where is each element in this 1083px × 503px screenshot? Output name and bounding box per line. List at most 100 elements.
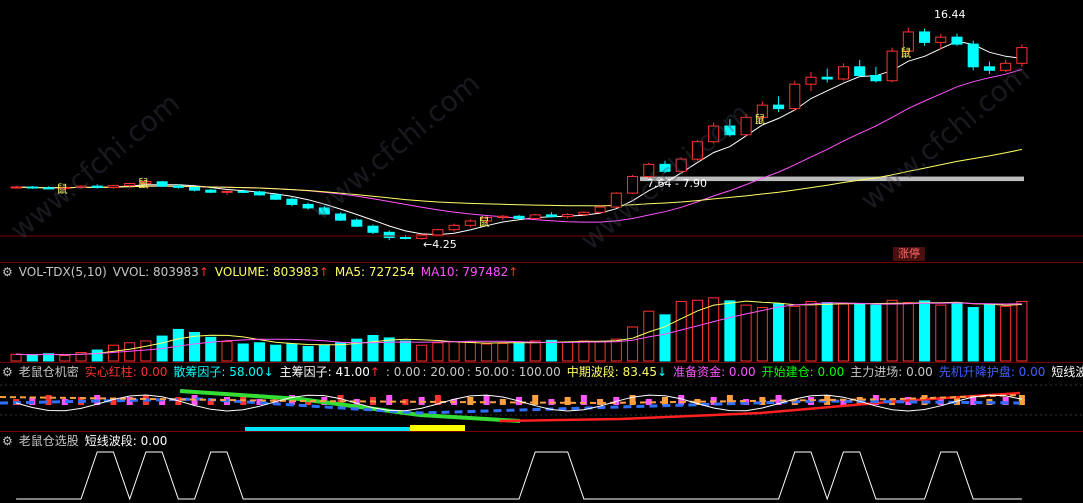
volume-bar (253, 342, 265, 362)
level-50: : 50.00 (466, 365, 509, 379)
rat-marker: 鼠 (138, 176, 149, 190)
vol-indicator-name: VOL-TDX(5,10) (18, 265, 107, 279)
volume-bar (724, 300, 736, 362)
settings-icon[interactable]: ⚙ (2, 434, 13, 448)
volume-bar (708, 297, 720, 362)
candle-body (562, 214, 574, 218)
volume-bar (448, 341, 460, 362)
price-chart-panel[interactable]: 鼠鼠鼠鼠鼠 16.44 ←4.25 7.64 - 7.90 涨停 www.cfc… (0, 0, 1083, 262)
volume-bar (59, 355, 71, 362)
rat-marker: 鼠 (900, 46, 911, 60)
candle-body (983, 66, 995, 71)
indicator-title: 老鼠仓机密 (18, 365, 79, 379)
prepare-funds: 准备资金: 0.00 (673, 365, 756, 379)
candle-body (156, 181, 168, 187)
candle-body (497, 215, 509, 219)
candle-body (107, 185, 119, 188)
volume-bar (399, 340, 411, 362)
high-price-label: 16.44 (934, 8, 966, 21)
scatter-chip-factor: 散筹因子: 58.00 (173, 365, 264, 379)
volume-bar (578, 340, 590, 362)
candle-body (789, 83, 801, 110)
volume-bar (902, 302, 914, 362)
volume-bar (756, 307, 768, 362)
candle-body (286, 198, 298, 205)
volume-bar (464, 341, 476, 362)
candle-body (578, 211, 590, 216)
solid-red-bar-value: 实心红柱: 0.00 (84, 365, 168, 379)
volume-bar (221, 341, 233, 362)
candle-body (886, 50, 898, 82)
up-arrow-icon: ↑ (318, 265, 329, 279)
candle-body (172, 185, 184, 188)
candle-body (529, 214, 541, 219)
volume-bar (967, 307, 979, 362)
volume-value: VOLUME: 803983 (214, 265, 319, 279)
candle-body (805, 76, 817, 85)
volume-bar (773, 303, 785, 362)
rat-marker: 鼠 (478, 215, 489, 229)
volume-bar (789, 305, 801, 362)
volume-bar (302, 345, 314, 362)
candle-body (773, 104, 785, 110)
volume-bar (416, 344, 428, 362)
volume-bar (237, 343, 249, 362)
volume-bar (481, 343, 493, 362)
up-arrow-icon: ↑ (198, 265, 209, 279)
main-chip-factor: 主筹因子: 41.00 (279, 365, 370, 379)
volume-bar (318, 344, 330, 362)
candle-body (189, 186, 201, 191)
candle-body (951, 36, 963, 45)
candle-body (837, 66, 849, 80)
volume-header: ⚙ VOL-TDX(5,10) VVOL: 803983↑ VOLUME: 80398… (2, 265, 524, 280)
candle-body (919, 31, 931, 43)
volume-bar (659, 314, 671, 362)
level-100: : 100.00 (510, 365, 561, 379)
volume-panel[interactable]: ⚙ VOL-TDX(5,10) VVOL: 803983↑ VOLUME: 80398… (0, 262, 1083, 363)
volume-bar (270, 344, 282, 362)
candle-body (383, 231, 395, 239)
candle-body (821, 76, 833, 80)
volume-bar (837, 303, 849, 362)
candle-body (270, 194, 282, 200)
volume-bar (594, 341, 606, 362)
volume-bar (286, 343, 298, 362)
low-price-value: 4.25 (432, 238, 457, 251)
settings-icon[interactable]: ⚙ (2, 365, 13, 379)
candle-body (854, 66, 866, 77)
volume-bar (335, 342, 347, 362)
candle-body (10, 186, 22, 189)
indicator-bar (662, 397, 668, 405)
settings-icon[interactable]: ⚙ (2, 265, 13, 279)
indicator-panel[interactable]: ⚙ 老鼠仓机密 实心红柱: 0.00 散筹因子: 58.00↓ 主筹因子: 41.00↑… (0, 362, 1083, 432)
volume-bar (627, 326, 639, 362)
volume-bar (886, 299, 898, 362)
volume-bar (432, 342, 444, 362)
volume-bar (367, 334, 379, 362)
candle-body (399, 237, 411, 240)
candle-body (367, 225, 379, 233)
volume-bar (545, 339, 557, 362)
vol-ma10-value: MA10: 797482 (420, 265, 509, 279)
volume-bar (513, 342, 525, 362)
candle-body (237, 190, 249, 193)
up-arrow-icon: ↑ (369, 365, 380, 379)
volume-bar (10, 353, 22, 362)
candle-body (351, 219, 363, 227)
volume-bar (497, 342, 509, 362)
indicator-bar (467, 397, 474, 405)
short-wave: 短线波段: 0.00 (1051, 365, 1083, 379)
selector-panel[interactable]: ⚙ 老鼠仓选股 短线波段: 0.00 (0, 431, 1083, 503)
selector-title: 老鼠仓选股 (18, 434, 79, 448)
candle-body (448, 224, 460, 231)
candle-body (464, 220, 476, 226)
volume-bar (562, 341, 574, 362)
level-0: : 0.00 (385, 365, 421, 379)
candle-body (935, 36, 947, 43)
volume-bar (140, 340, 152, 362)
mid-term-wave: 中期波段: 83.45 (566, 365, 658, 379)
candle-body (432, 229, 444, 236)
volume-bar (805, 300, 817, 362)
volume-bar (951, 302, 963, 362)
candle-body (513, 215, 525, 219)
